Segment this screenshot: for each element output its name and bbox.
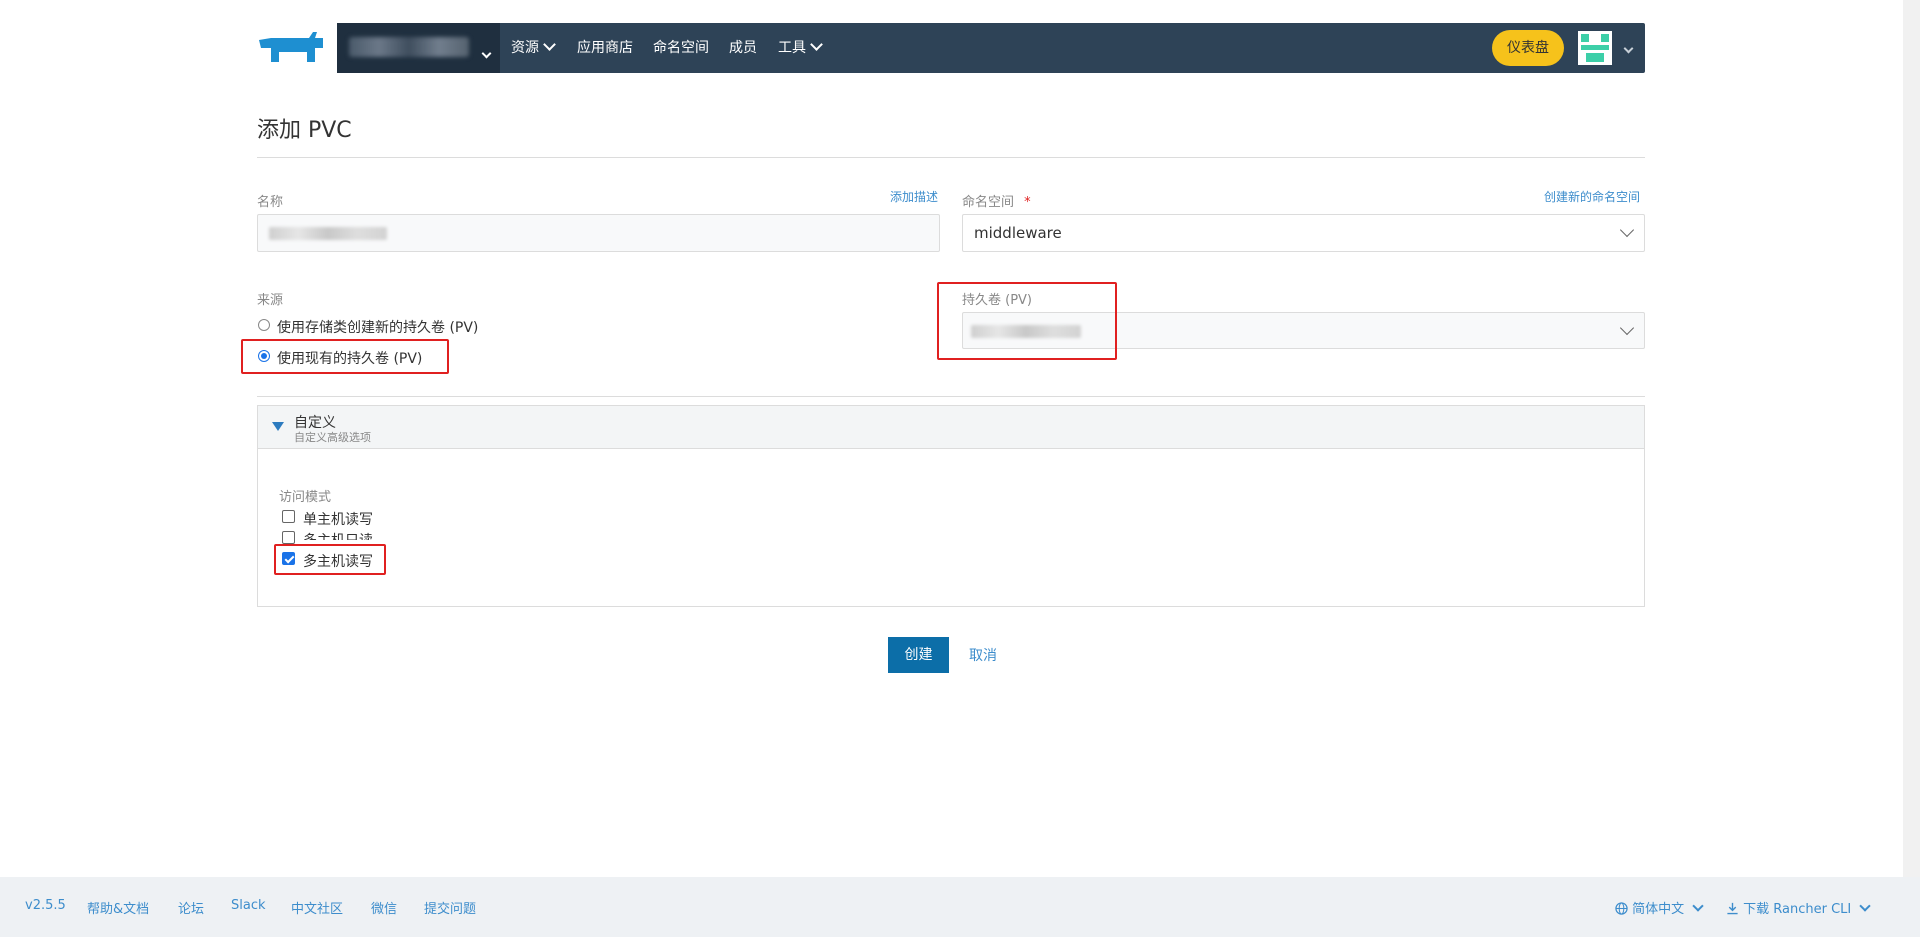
create-namespace-link[interactable]: 创建新的命名空间 — [1544, 188, 1640, 205]
download-icon — [1727, 902, 1738, 915]
cluster-name-redacted — [349, 37, 469, 57]
access-mode-rwo[interactable]: 单主机读写 — [303, 509, 373, 529]
name-label: 名称 — [257, 195, 284, 210]
chevron-down-icon — [1692, 900, 1704, 912]
divider — [257, 396, 1645, 397]
nav-resources[interactable]: 资源 — [511, 23, 556, 73]
footer-link-wechat[interactable]: 微信 — [371, 898, 397, 917]
source-option-new-pv[interactable]: 使用存储类创建新的持久卷 (PV) — [277, 317, 478, 337]
source-label: 来源 — [257, 293, 284, 308]
highlight-box — [241, 339, 449, 374]
nav-app-store[interactable]: 应用商店 — [577, 23, 633, 73]
checkbox-rwo[interactable] — [282, 510, 295, 523]
chevron-down-icon — [1619, 320, 1635, 336]
namespace-value: middleware — [974, 224, 1062, 242]
nav-namespaces[interactable]: 命名空间 — [653, 23, 709, 73]
divider — [257, 157, 1645, 158]
footer-link-help-docs[interactable]: 帮助&文档 — [87, 898, 149, 917]
nav-tools[interactable]: 工具 — [778, 23, 823, 73]
globe-icon — [1615, 902, 1628, 915]
footer-link-forum[interactable]: 论坛 — [178, 898, 204, 917]
nav-members[interactable]: 成员 — [729, 23, 757, 73]
footer-link-community[interactable]: 中文社区 — [291, 898, 343, 917]
namespace-select[interactable]: middleware — [962, 214, 1645, 252]
dashboard-button[interactable]: 仪表盘 — [1492, 30, 1564, 66]
chevron-down-icon — [1619, 222, 1635, 238]
footer-link-issue[interactable]: 提交问题 — [424, 898, 476, 917]
chevron-down-icon — [1859, 900, 1872, 912]
name-field[interactable] — [257, 214, 940, 252]
highlight-box — [274, 544, 386, 575]
source-radio-new-pv[interactable] — [258, 319, 270, 331]
name-value-redacted — [269, 227, 387, 240]
scrollbar[interactable] — [1903, 0, 1920, 877]
footer-link-slack[interactable]: Slack — [231, 898, 266, 913]
version-link[interactable]: v2.5.5 — [25, 898, 66, 913]
cancel-button[interactable]: 取消 — [969, 645, 997, 665]
checkbox-rox[interactable] — [282, 531, 295, 544]
access-mode-label: 访问模式 — [279, 490, 332, 505]
page-title: 添加 PVC — [257, 118, 352, 143]
download-cli-link[interactable]: 下载 Rancher CLI — [1726, 898, 1872, 917]
custom-panel-header[interactable] — [258, 406, 1644, 449]
triangle-down-icon[interactable] — [272, 422, 284, 431]
chevron-down-icon — [481, 48, 492, 59]
namespace-label: 命名空间 * — [962, 195, 1031, 210]
add-description-link[interactable]: 添加描述 — [890, 188, 938, 205]
create-button[interactable]: 创建 — [888, 637, 949, 673]
chevron-down-icon — [543, 38, 556, 51]
required-mark: * — [1024, 195, 1031, 210]
custom-subtitle: 自定义高级选项 — [294, 431, 371, 444]
user-avatar[interactable] — [1578, 31, 1612, 65]
language-selector[interactable]: 简体中文 — [1615, 898, 1704, 917]
access-mode-rox[interactable]: 多主机只读 — [303, 530, 373, 540]
highlight-box — [937, 282, 1117, 360]
rancher-cow-icon[interactable] — [257, 30, 325, 66]
chevron-down-icon — [810, 38, 823, 51]
cluster-selector[interactable] — [337, 23, 500, 73]
